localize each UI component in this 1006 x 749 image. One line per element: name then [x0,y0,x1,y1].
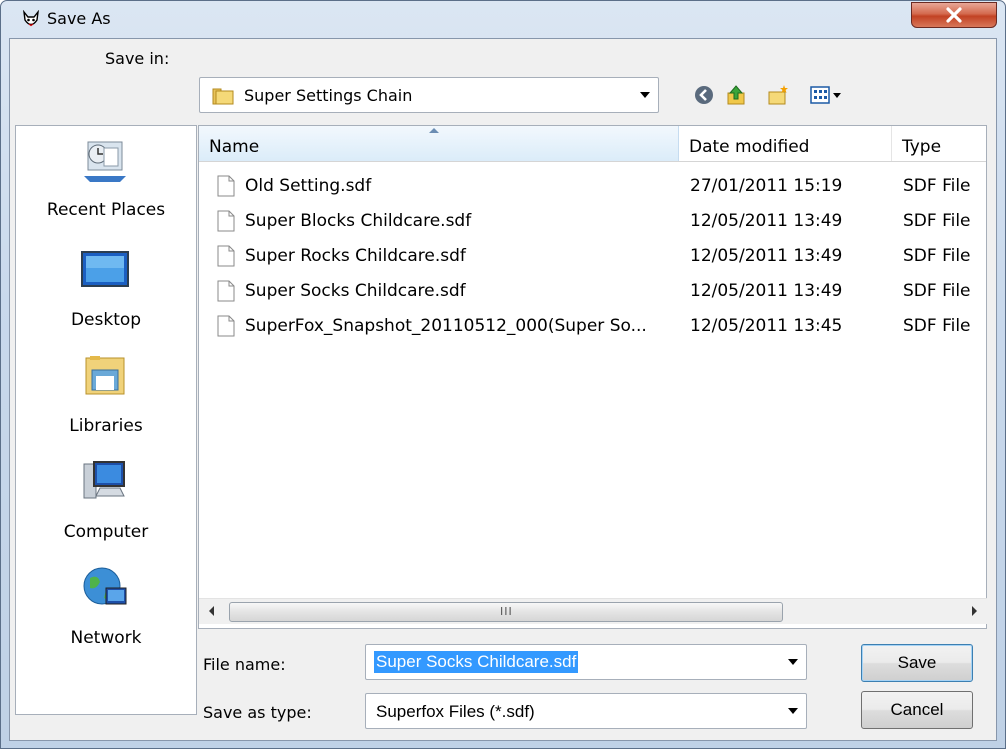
file-icon [217,210,235,232]
file-name-input[interactable]: Super Socks Childcare.sdf [365,644,807,680]
file-name-label: File name: [203,655,286,674]
column-header-type[interactable]: Type [892,126,992,161]
file-icon [217,315,235,337]
save-in-combo[interactable]: Super Settings Chain [199,77,659,113]
chevron-down-icon[interactable] [640,92,650,98]
places-bar: Recent Places Desktop Libraries Computer… [15,125,197,715]
file-row[interactable]: Super Blocks Childcare.sdf 12/05/2011 13:… [199,205,986,239]
network-icon [83,567,127,605]
save-as-type-value: Superfox Files (*.sdf) [376,702,535,721]
file-icon [217,245,235,267]
place-label: Computer [63,522,149,542]
computer-icon [83,461,125,499]
superfox-app-icon [23,10,39,27]
save-as-dialog: Save As Save in: Super Settings Chain Re… [0,0,1006,749]
place-label: Libraries [69,416,143,436]
file-type: SDF File [903,246,971,266]
file-name: Super Socks Childcare.sdf [245,281,466,301]
file-date: 12/05/2011 13:45 [690,316,843,336]
file-row[interactable]: Super Socks Childcare.sdf 12/05/2011 13:4… [199,275,986,309]
column-header-name[interactable]: Name [199,126,679,161]
file-type: SDF File [903,316,971,336]
scrollbar-grip: III [500,605,513,618]
chevron-down-icon[interactable] [788,659,798,665]
file-icon [217,175,235,197]
save-button[interactable]: Save [861,644,973,682]
desktop-icon [81,251,129,287]
file-date: 12/05/2011 13:49 [690,281,843,301]
recent-places-icon [84,141,126,182]
column-name-label: Name [209,137,260,157]
save-as-type-label: Save as type: [203,703,312,722]
scroll-right-icon[interactable] [972,606,977,616]
file-icon [217,280,235,302]
file-name: Old Setting.sdf [245,176,372,196]
place-label: Recent Places [46,200,166,220]
file-name: SuperFox_Snapshot_20110512_000(Super So.… [245,316,647,336]
horizontal-scrollbar[interactable]: III [199,598,987,624]
file-name: Super Rocks Childcare.sdf [245,246,466,266]
file-type: SDF File [903,211,971,231]
column-header-date[interactable]: Date modified [679,126,892,161]
new-folder-icon[interactable] [767,84,789,106]
file-type: SDF File [903,176,971,196]
scroll-left-icon[interactable] [209,606,214,616]
file-type: SDF File [903,281,971,301]
back-arrow-icon[interactable] [693,84,715,106]
save-in-label: Save in: [105,49,170,68]
scrollbar-thumb[interactable]: III [229,602,783,622]
file-date: 12/05/2011 13:49 [690,246,843,266]
file-name-value[interactable]: Super Socks Childcare.sdf [374,651,579,673]
save-as-type-select[interactable]: Superfox Files (*.sdf) [365,693,807,729]
up-folder-icon[interactable] [725,84,747,106]
file-row[interactable]: SuperFox_Snapshot_20110512_000(Super So.… [199,310,986,344]
chevron-down-icon[interactable] [788,708,798,714]
file-row[interactable]: Super Rocks Childcare.sdf 12/05/2011 13:4… [199,240,986,274]
libraries-icon [85,356,125,395]
file-date: 12/05/2011 13:49 [690,211,843,231]
place-label: Desktop [70,310,142,330]
views-menu-icon[interactable] [809,84,847,106]
folder-icon [212,88,234,105]
file-list-header: Name Date modified Type [199,126,986,162]
cancel-button[interactable]: Cancel [861,691,973,729]
sort-ascending-icon [429,128,439,133]
file-name: Super Blocks Childcare.sdf [245,211,472,231]
close-button[interactable] [911,2,997,28]
title-bar[interactable]: Save As [1,1,1005,37]
file-list[interactable]: Name Date modified Type Old Setting.sdf 2… [198,125,987,629]
save-in-value: Super Settings Chain [244,86,413,105]
place-label: Network [70,628,142,648]
file-date: 27/01/2011 15:19 [690,176,843,196]
file-row[interactable]: Old Setting.sdf 27/01/2011 15:19 SDF File [199,170,986,204]
column-date-label: Date modified [689,137,810,157]
close-icon [946,7,962,23]
column-type-label: Type [902,137,942,157]
window-title: Save As [47,9,111,28]
